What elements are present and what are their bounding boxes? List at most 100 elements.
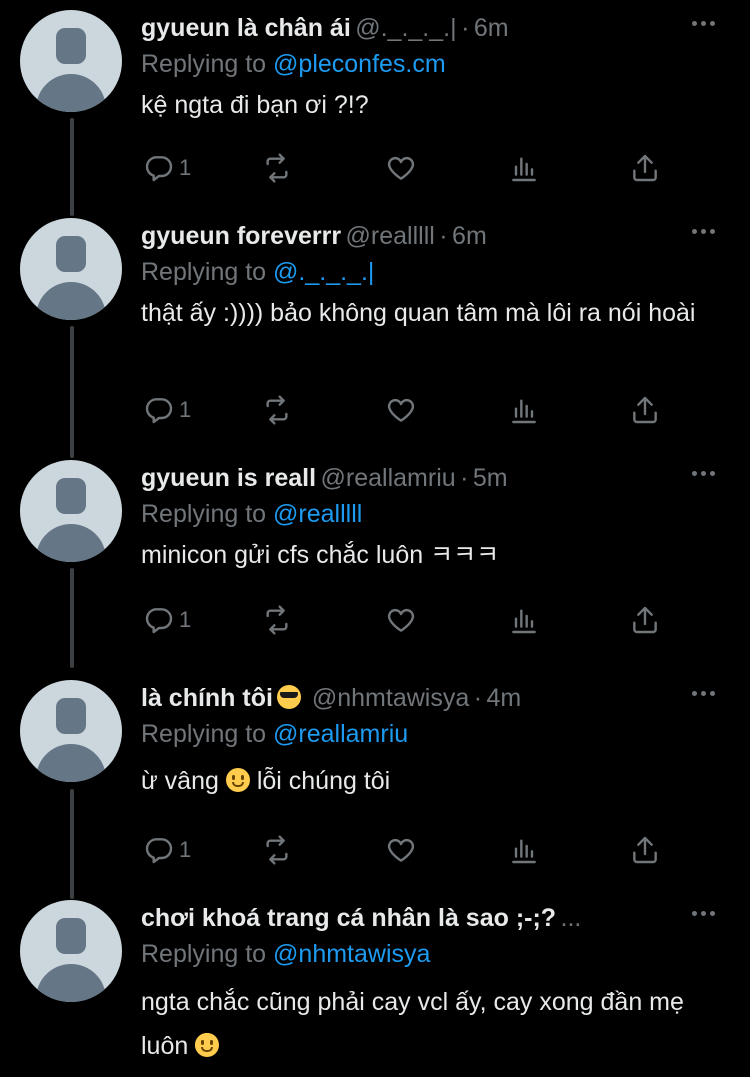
retweet-button[interactable]: [261, 148, 293, 188]
tweet-text: kệ ngta đi bạn ơi ?!?: [141, 91, 369, 119]
tweet-text-part: ừ vâng: [141, 767, 219, 795]
share-button[interactable]: [629, 148, 661, 188]
thread-line: [70, 326, 74, 458]
avatar[interactable]: [20, 680, 122, 782]
display-name[interactable]: gyueun is reall: [141, 464, 316, 492]
retweet-icon: [261, 604, 293, 636]
timestamp[interactable]: 6m: [452, 222, 487, 250]
like-button[interactable]: [385, 390, 417, 430]
replying-to: Replying to @nhmtawisya: [141, 936, 726, 972]
reply-button[interactable]: 1: [143, 600, 191, 640]
share-button[interactable]: [629, 830, 661, 870]
reply-button[interactable]: 1: [143, 148, 191, 188]
avatar[interactable]: [20, 460, 122, 562]
tweet-text: thật ấy :)))) bảo không quan tâm mà lôi …: [141, 299, 696, 327]
display-name[interactable]: gyueun là chân ái: [141, 14, 351, 42]
replying-to: Replying to @._._._.|: [141, 254, 726, 290]
handle[interactable]: @nhmtawisya: [312, 684, 469, 712]
separator-dot: ·: [460, 464, 469, 492]
like-button[interactable]: [385, 148, 417, 188]
avatar[interactable]: [20, 10, 122, 112]
retweet-button[interactable]: [261, 600, 293, 640]
analytics-icon: [508, 834, 540, 866]
replying-label: Replying to: [141, 50, 267, 78]
analytics-button[interactable]: [508, 830, 540, 870]
display-name[interactable]: là chính tôi: [141, 684, 273, 712]
reply-count: 1: [179, 837, 192, 862]
reply-button[interactable]: 1: [143, 390, 191, 430]
timestamp[interactable]: 4m: [486, 684, 521, 712]
tweet-text: minicon gửi cfs chắc luôn ㅋㅋㅋ: [141, 541, 500, 569]
retweet-icon: [261, 834, 293, 866]
analytics-button[interactable]: [508, 600, 540, 640]
tweet-text-part: lỗi chúng tôi: [256, 767, 391, 795]
tweet-text-part: ngta chắc cũng phải cay vcl ấy, cay xong…: [141, 988, 684, 1060]
analytics-button[interactable]: [508, 390, 540, 430]
share-button[interactable]: [629, 390, 661, 430]
more-icon[interactable]: [692, 13, 722, 33]
retweet-button[interactable]: [261, 390, 293, 430]
tweet-text: ngta chắc cũng phải cay vcl ấy, cay xong…: [141, 980, 701, 1068]
relieved-face-emoji: [195, 1033, 220, 1057]
replying-mention[interactable]: @reallamriu: [273, 720, 408, 748]
share-button[interactable]: [629, 600, 661, 640]
handle[interactable]: @reallamriu: [321, 464, 456, 492]
reply-thread: gyueun là chân ái @._._._.| · 6m Replyin…: [0, 0, 750, 1077]
handle[interactable]: @._._._.|: [355, 14, 456, 42]
timestamp[interactable]: 5m: [473, 464, 508, 492]
smiling-face-with-sunglasses-emoji: [277, 685, 302, 709]
thread-line: [70, 789, 74, 899]
share-icon: [629, 152, 661, 184]
analytics-icon: [508, 152, 540, 184]
separator-dot: ·: [461, 14, 470, 42]
replying-to: Replying to @realllll: [141, 496, 726, 532]
like-icon: [385, 834, 417, 866]
retweet-icon: [261, 394, 293, 426]
share-icon: [629, 394, 661, 426]
truncation-ellipsis: ...: [560, 904, 582, 932]
replying-mention[interactable]: @._._._.|: [273, 258, 374, 286]
replying-label: Replying to: [141, 500, 267, 528]
avatar[interactable]: [20, 218, 122, 320]
tweet-actions: 1: [141, 830, 681, 870]
replying-to: Replying to @reallamriu: [141, 716, 726, 752]
tweet-actions: 1: [141, 390, 681, 430]
share-icon: [629, 834, 661, 866]
like-icon: [385, 152, 417, 184]
separator-dot: ·: [439, 222, 448, 250]
more-icon[interactable]: [692, 683, 722, 703]
replying-mention[interactable]: @nhmtawisya: [273, 940, 430, 968]
reply-count: 1: [179, 155, 192, 180]
thread-line: [70, 568, 74, 668]
like-button[interactable]: [385, 600, 417, 640]
replying-mention[interactable]: @realllll: [273, 500, 362, 528]
reply-count: 1: [179, 397, 192, 422]
like-button[interactable]: [385, 830, 417, 870]
more-icon[interactable]: [692, 903, 722, 923]
timestamp[interactable]: 6m: [474, 14, 509, 42]
display-name[interactable]: gyueun foreverrr: [141, 222, 341, 250]
more-icon[interactable]: [692, 221, 722, 241]
analytics-button[interactable]: [508, 148, 540, 188]
analytics-icon: [508, 394, 540, 426]
avatar[interactable]: [20, 900, 122, 1002]
slightly-smiling-face-emoji: [225, 768, 250, 792]
replying-label: Replying to: [141, 258, 267, 286]
like-icon: [385, 394, 417, 426]
like-icon: [385, 604, 417, 636]
retweet-button[interactable]: [261, 830, 293, 870]
reply-count: 1: [179, 607, 192, 632]
replying-mention[interactable]: @pleconfes.cm: [273, 50, 446, 78]
share-icon: [629, 604, 661, 636]
thread-line: [70, 118, 74, 216]
handle[interactable]: @realllll: [346, 222, 435, 250]
more-icon[interactable]: [692, 463, 722, 483]
display-name[interactable]: chơi khoá trang cá nhân là sao ;-;?: [141, 904, 556, 932]
reply-button[interactable]: 1: [143, 830, 191, 870]
replying-label: Replying to: [141, 720, 267, 748]
reply-icon: [143, 834, 175, 866]
tweet-actions: 1: [141, 148, 681, 188]
tweet-text: ừ vâng lỗi chúng tôi: [141, 764, 726, 798]
replying-to: Replying to @pleconfes.cm: [141, 46, 726, 82]
tweet-actions: 1: [141, 600, 681, 640]
